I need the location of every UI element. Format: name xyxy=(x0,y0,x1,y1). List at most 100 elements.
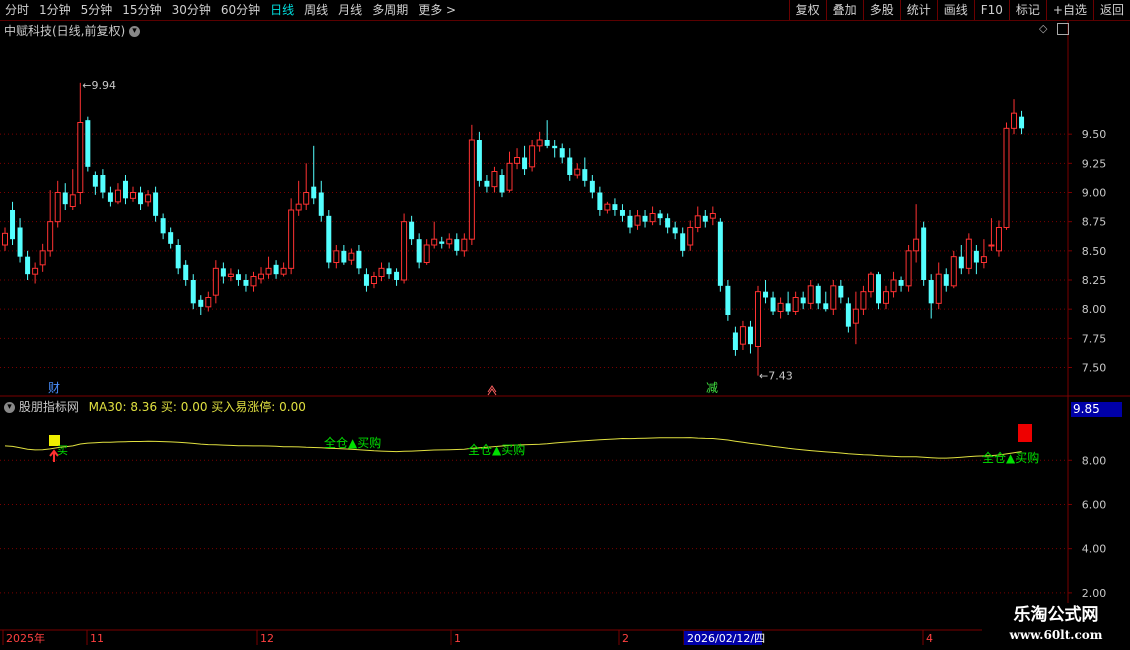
candle-body-down[interactable] xyxy=(717,221,723,286)
candle-body-up[interactable] xyxy=(461,238,468,252)
toolbar-button-8[interactable]: 返回 xyxy=(1092,0,1130,20)
candle-body-down[interactable] xyxy=(122,180,128,199)
candle-body-down[interactable] xyxy=(92,175,98,187)
candle-body-down[interactable] xyxy=(138,192,144,205)
candle-body-down[interactable] xyxy=(190,280,196,304)
candle-body-up[interactable] xyxy=(205,297,212,308)
candle-body-down[interactable] xyxy=(386,268,392,275)
toolbar-button-3[interactable]: 统计 xyxy=(899,0,937,20)
candle-body-down[interactable] xyxy=(800,297,806,304)
candle-body-up[interactable] xyxy=(69,194,76,207)
candle-body-down[interactable] xyxy=(160,218,166,234)
candle-body-up[interactable] xyxy=(468,139,475,240)
candle-body-down[interactable] xyxy=(17,227,23,257)
chevron-down-icon[interactable]: ▾ xyxy=(129,26,141,37)
candle-body-down[interactable] xyxy=(326,215,332,263)
candle-body-up[interactable] xyxy=(77,122,84,193)
candle-body-down[interactable] xyxy=(25,256,31,275)
window-toggle-icon[interactable] xyxy=(1057,23,1069,35)
candle-body-up[interactable] xyxy=(1011,112,1018,129)
candle-body-up[interactable] xyxy=(649,213,656,223)
period-tab-6[interactable]: 日线 xyxy=(265,0,299,20)
period-tab-5[interactable]: 60分钟 xyxy=(216,0,265,20)
candle-body-up[interactable] xyxy=(694,215,701,228)
candle-body-up[interactable] xyxy=(370,276,377,284)
toolbar-button-1[interactable]: 叠加 xyxy=(825,0,863,20)
candle-body-up[interactable] xyxy=(303,192,310,205)
candle-body-down[interactable] xyxy=(619,210,625,216)
candle-body-up[interactable] xyxy=(491,171,498,188)
candle-body-down[interactable] xyxy=(898,280,904,286)
candle-body-down[interactable] xyxy=(552,145,558,149)
candle-body-down[interactable] xyxy=(928,280,934,304)
candle-body-down[interactable] xyxy=(763,291,769,298)
candle-body-up[interactable] xyxy=(860,291,867,310)
period-tab-0[interactable]: 分时 xyxy=(0,0,34,20)
candle-body-up[interactable] xyxy=(47,221,54,252)
toolbar-button-4[interactable]: 画线 xyxy=(936,0,974,20)
candle-body-down[interactable] xyxy=(522,157,528,170)
candle-body-down[interactable] xyxy=(1019,116,1025,129)
candle-body-down[interactable] xyxy=(672,227,678,234)
candle-body-down[interactable] xyxy=(973,250,979,263)
candle-body-up[interactable] xyxy=(280,267,287,275)
candle-body-down[interactable] xyxy=(454,239,460,251)
candle-body-down[interactable] xyxy=(356,250,362,269)
candle-body-up[interactable] xyxy=(807,285,814,304)
candle-body-up[interactable] xyxy=(867,273,874,293)
candle-body-up[interactable] xyxy=(145,194,152,203)
candle-body-down[interactable] xyxy=(567,157,573,176)
candle-body-down[interactable] xyxy=(62,192,68,205)
candle-body-up[interactable] xyxy=(883,291,890,304)
candle-body-down[interactable] xyxy=(10,210,16,240)
candle-body-up[interactable] xyxy=(227,273,234,277)
candle-body-up[interactable] xyxy=(333,250,340,263)
candle-body-up[interactable] xyxy=(536,139,543,147)
candle-body-down[interactable] xyxy=(484,180,490,187)
candle-body-up[interactable] xyxy=(265,267,272,275)
toolbar-button-6[interactable]: 标记 xyxy=(1008,0,1046,20)
candle-body-up[interactable] xyxy=(687,227,694,246)
candle-body-down[interactable] xyxy=(612,204,618,210)
candle-body-up[interactable] xyxy=(54,192,61,223)
diamond-icon[interactable]: ◇ xyxy=(1039,22,1047,35)
candle-body-down[interactable] xyxy=(439,241,445,244)
candle-body-down[interactable] xyxy=(943,274,949,286)
candle-body-up[interactable] xyxy=(830,285,837,310)
candle-body-up[interactable] xyxy=(431,238,438,246)
candle-body-up[interactable] xyxy=(32,267,39,275)
candle-body-up[interactable] xyxy=(852,308,859,324)
candle-body-down[interactable] xyxy=(702,215,708,222)
chevron-down-icon[interactable]: ▾ xyxy=(4,402,15,413)
candle-body-down[interactable] xyxy=(559,148,565,158)
candle-body-up[interactable] xyxy=(995,227,1002,252)
candle-body-up[interactable] xyxy=(950,256,957,287)
candle-body-down[interactable] xyxy=(657,213,663,219)
period-tab-3[interactable]: 15分钟 xyxy=(117,0,166,20)
event-marker-icon[interactable] xyxy=(487,385,497,396)
candle-body-down[interactable] xyxy=(544,140,550,146)
candle-body-down[interactable] xyxy=(394,271,400,280)
candle-body-up[interactable] xyxy=(514,157,521,164)
candle-body-down[interactable] xyxy=(499,175,505,193)
indicator-name[interactable]: 股朋指标网 xyxy=(19,400,79,414)
candle-body-down[interactable] xyxy=(318,192,324,216)
candle-body-down[interactable] xyxy=(273,264,279,275)
candle-body-up[interactable] xyxy=(130,192,137,199)
candle-body-down[interactable] xyxy=(243,280,249,286)
candle-body-down[interactable] xyxy=(363,274,369,286)
finance-marker-cai[interactable]: 财 xyxy=(48,381,60,395)
candle-body-up[interactable] xyxy=(114,189,121,203)
candle-body-up[interactable] xyxy=(446,238,453,245)
candle-body-down[interactable] xyxy=(838,285,844,298)
period-tab-2[interactable]: 5分钟 xyxy=(76,0,118,20)
candle-body-down[interactable] xyxy=(680,233,686,251)
candle-body-up[interactable] xyxy=(913,238,920,252)
candle-body-down[interactable] xyxy=(100,175,106,193)
period-tab-9[interactable]: 多周期 xyxy=(367,0,413,20)
candle-body-down[interactable] xyxy=(823,303,829,310)
candle-body-down[interactable] xyxy=(875,274,881,304)
period-tab-10[interactable]: 更多 > xyxy=(413,0,461,20)
candle-body-down[interactable] xyxy=(341,250,347,263)
period-tab-4[interactable]: 30分钟 xyxy=(167,0,216,20)
